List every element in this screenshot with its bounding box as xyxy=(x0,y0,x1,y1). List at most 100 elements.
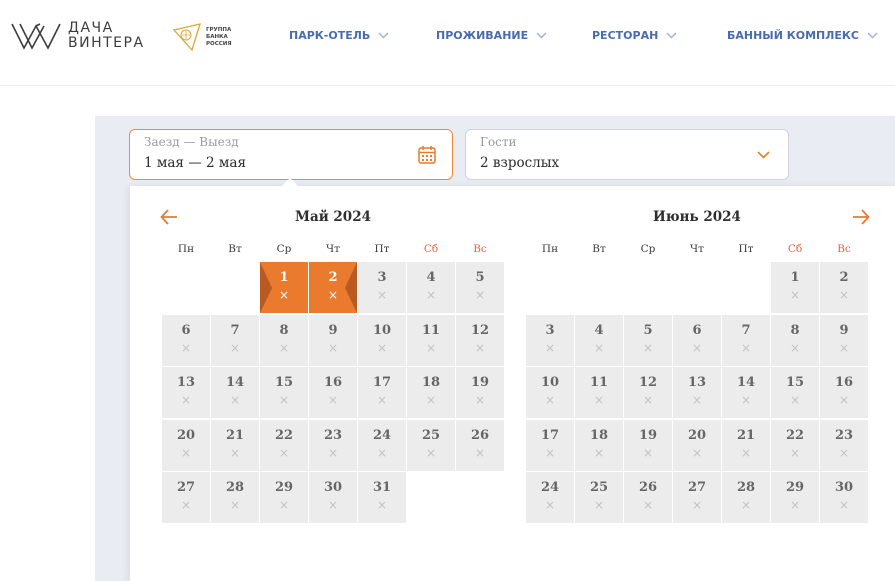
calendar-day[interactable]: 7 × xyxy=(211,314,259,366)
calendar-day[interactable]: 19 × xyxy=(624,419,672,471)
unavailable-mark-icon: × xyxy=(593,340,605,355)
calendar-day[interactable]: 27 × xyxy=(673,472,721,523)
day-number: 14 xyxy=(736,375,756,390)
day-number: 15 xyxy=(274,375,294,390)
calendar-day[interactable]: 14 × xyxy=(211,367,259,418)
arrow-left-icon[interactable] xyxy=(160,209,178,225)
day-number: 14 xyxy=(225,375,245,390)
day-number: 10 xyxy=(540,375,560,390)
calendar-day[interactable]: 21 × xyxy=(211,419,259,471)
calendar-day[interactable]: 15 × xyxy=(260,367,308,418)
day-number: 4 xyxy=(426,270,436,285)
calendar-day[interactable]: 22 × xyxy=(260,419,308,471)
calendar-day[interactable]: 6 × xyxy=(162,314,210,366)
calendar-day[interactable]: 23 × xyxy=(309,419,357,471)
calendar-day[interactable]: 11 × xyxy=(575,367,623,418)
calendar-day[interactable]: 5 × xyxy=(624,314,672,366)
day-number: 16 xyxy=(323,375,343,390)
calendar-day[interactable]: 29 × xyxy=(260,472,308,523)
calendar-day[interactable]: 29 × xyxy=(771,472,819,523)
calendar-day[interactable]: 17 × xyxy=(358,367,406,418)
unavailable-mark-icon: × xyxy=(691,445,703,460)
calendar-day[interactable]: 3 × xyxy=(526,314,574,366)
chevron-down-icon xyxy=(867,32,878,38)
calendar-day[interactable]: 31 × xyxy=(358,472,406,523)
range-start-notch xyxy=(260,262,272,313)
calendar-day[interactable]: 20 × xyxy=(162,419,210,471)
calendar-day[interactable]: 17 × xyxy=(526,419,574,471)
weekday-label: Вт xyxy=(592,243,606,255)
calendar-day[interactable]: 4 × xyxy=(407,262,455,313)
calendar-day[interactable]: 18 × xyxy=(575,419,623,471)
calendar-day[interactable]: 8 × xyxy=(260,314,308,366)
weekday-label: Пт xyxy=(374,243,390,255)
unavailable-mark-icon: × xyxy=(740,340,752,355)
calendar-day[interactable]: 15 × xyxy=(771,367,819,418)
calendar-day[interactable]: 13 × xyxy=(673,367,721,418)
calendar-day[interactable]: 30 × xyxy=(820,472,868,523)
calendar-day[interactable]: 25 × xyxy=(407,419,455,471)
calendar-day[interactable]: 12 × xyxy=(456,314,504,366)
day-number: 20 xyxy=(176,427,196,443)
chevron-down-icon xyxy=(666,32,677,38)
unavailable-mark-icon: × xyxy=(642,340,654,355)
unavailable-mark-icon: × xyxy=(376,288,388,302)
calendar-day[interactable]: 13 × xyxy=(162,367,210,418)
calendar-day[interactable]: 28 × xyxy=(722,472,770,523)
day-number: 5 xyxy=(475,270,485,285)
calendar-day[interactable]: 27 × xyxy=(162,472,210,523)
day-number: 24 xyxy=(540,480,560,495)
calendar-day[interactable]: 14 × xyxy=(722,367,770,418)
calendar-day[interactable]: 18 × xyxy=(407,367,455,418)
calendar-day[interactable]: 28 × xyxy=(211,472,259,523)
day-number: 7 xyxy=(230,322,240,338)
unavailable-mark-icon: × xyxy=(789,340,801,355)
nav-accommodation[interactable]: ПРОЖИВАНИЕ xyxy=(436,27,547,43)
arrow-right-icon[interactable] xyxy=(852,209,870,225)
calendar-day[interactable]: 19 × xyxy=(456,367,504,418)
dacha-vintera-logo[interactable]: ДАЧА ВИНТЕРА xyxy=(10,20,145,52)
calendar-day[interactable]: 16 × xyxy=(820,367,868,418)
unavailable-mark-icon: × xyxy=(544,340,556,355)
calendar-day[interactable]: 5 × xyxy=(456,262,504,313)
calendar-day[interactable]: 25 × xyxy=(575,472,623,523)
calendar-day[interactable]: 2 × xyxy=(309,262,357,313)
calendar-day[interactable]: 30 × xyxy=(309,472,357,523)
unavailable-mark-icon: × xyxy=(691,393,703,407)
calendar-day[interactable]: 10 × xyxy=(358,314,406,366)
calendar-day[interactable]: 10 × xyxy=(526,367,574,418)
calendar-day[interactable]: 9 × xyxy=(309,314,357,366)
calendar-day[interactable]: 22 × xyxy=(771,419,819,471)
guests-field[interactable]: Гости 2 взрослых xyxy=(465,129,789,180)
day-number: 9 xyxy=(839,322,849,338)
calendar-day[interactable]: 26 × xyxy=(624,472,672,523)
calendar-day[interactable]: 20 × xyxy=(673,419,721,471)
calendar-day[interactable]: 1 × xyxy=(771,262,819,313)
calendar-day[interactable]: 9 × xyxy=(820,314,868,366)
calendar-day[interactable]: 8 × xyxy=(771,314,819,366)
unavailable-mark-icon: × xyxy=(327,498,339,512)
nav-restaurant[interactable]: РЕСТОРАН xyxy=(592,27,677,43)
calendar-day[interactable]: 11 × xyxy=(407,314,455,366)
calendar-day[interactable]: 16 × xyxy=(309,367,357,418)
calendar-day[interactable]: 6 × xyxy=(673,314,721,366)
calendar-day[interactable]: 12 × xyxy=(624,367,672,418)
calendar-day[interactable]: 1 × xyxy=(260,262,308,313)
calendar-day[interactable]: 21 × xyxy=(722,419,770,471)
unavailable-mark-icon: × xyxy=(180,340,192,355)
dates-field[interactable]: Заезд — Выезд 1 мая — 2 мая xyxy=(129,129,453,180)
unavailable-mark-icon: × xyxy=(229,393,241,407)
calendar-day[interactable]: 24 × xyxy=(526,472,574,523)
day-number: 28 xyxy=(736,480,756,495)
calendar-day[interactable]: 2 × xyxy=(820,262,868,313)
calendar-day[interactable]: 23 × xyxy=(820,419,868,471)
unavailable-mark-icon: × xyxy=(327,340,339,355)
calendar-day[interactable]: 3 × xyxy=(358,262,406,313)
calendar-day[interactable]: 4 × xyxy=(575,314,623,366)
calendar-day[interactable]: 26 × xyxy=(456,419,504,471)
calendar-day[interactable]: 7 × xyxy=(722,314,770,366)
nav-park-hotel[interactable]: ПАРК-ОТЕЛЬ xyxy=(289,27,389,43)
nav-bath-complex[interactable]: БАННЫЙ КОМПЛЕКС xyxy=(727,27,878,43)
weekday-label: Пт xyxy=(738,243,754,255)
calendar-day[interactable]: 24 × xyxy=(358,419,406,471)
